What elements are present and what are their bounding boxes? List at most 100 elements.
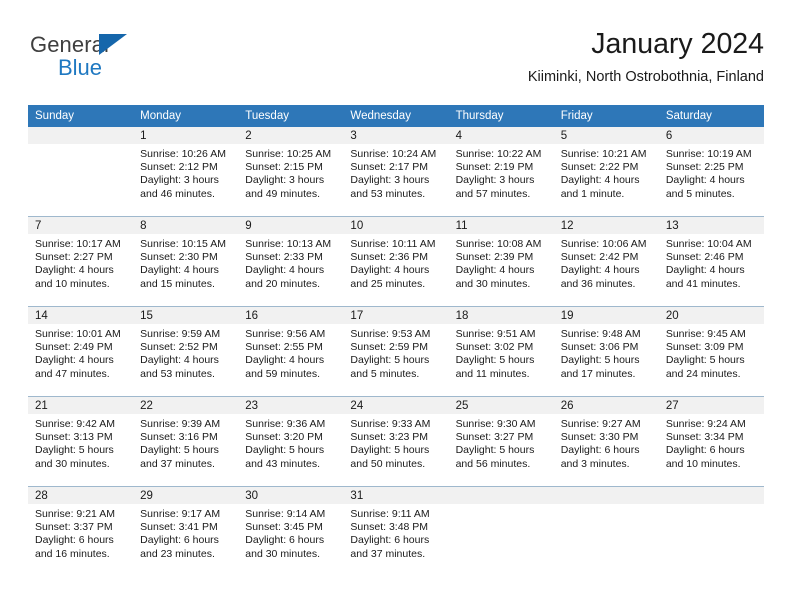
calendar-day-cell[interactable]: 20 Sunrise: 9:45 AM Sunset: 3:09 PM Dayligh… xyxy=(658,306,764,397)
calendar-day-cell[interactable]: 12 Sunrise: 10:06 AM Sunset: 2:42 PM Daylig… xyxy=(553,216,659,307)
day-cell-content: 22 Sunrise: 9:39 AM Sunset: 3:16 PM Dayligh… xyxy=(133,397,239,486)
day-info-sunrise: Sunrise: 9:33 AM xyxy=(350,418,431,430)
calendar-day-cell[interactable]: 10 Sunrise: 10:11 AM Sunset: 2:36 PM Daylig… xyxy=(343,216,449,307)
weekday-header-friday: Friday xyxy=(553,105,659,127)
calendar-day-cell[interactable]: 4 Sunrise: 10:22 AM Sunset: 2:19 PM Dayligh… xyxy=(448,127,554,217)
calendar-day-cell[interactable]: 25 Sunrise: 9:30 AM Sunset: 3:27 PM Dayligh… xyxy=(448,396,554,487)
weekday-header-monday: Monday xyxy=(133,105,239,127)
day-number: 29 xyxy=(133,487,239,504)
calendar-day-cell[interactable]: 6 Sunrise: 10:19 AM Sunset: 2:25 PM Dayligh… xyxy=(658,127,764,217)
day-number xyxy=(28,127,134,144)
calendar-day-cell[interactable]: 29 Sunrise: 9:17 AM Sunset: 3:41 PM Dayligh… xyxy=(133,486,239,576)
day-info-daylight-line1: Daylight: 4 hours xyxy=(140,354,219,367)
calendar-day-cell[interactable]: 16 Sunrise: 9:56 AM Sunset: 2:55 PM Dayligh… xyxy=(238,306,344,397)
day-cell-content: 15 Sunrise: 9:59 AM Sunset: 2:52 PM Dayligh… xyxy=(133,307,239,396)
calendar-day-cell[interactable]: 22 Sunrise: 9:39 AM Sunset: 3:16 PM Dayligh… xyxy=(133,396,239,487)
day-info-sunset: Sunset: 2:27 PM xyxy=(35,251,113,264)
day-info-daylight-line2: and 36 minutes. xyxy=(560,277,636,290)
calendar-day-cell[interactable]: 27 Sunrise: 9:24 AM Sunset: 3:34 PM Dayligh… xyxy=(658,396,764,487)
calendar-day-cell[interactable]: 18 Sunrise: 9:51 AM Sunset: 3:02 PM Dayligh… xyxy=(448,306,554,397)
calendar-day-cell[interactable]: 11 Sunrise: 10:08 AM Sunset: 2:39 PM Daylig… xyxy=(448,216,554,307)
day-info-daylight-line2: and 15 minutes. xyxy=(140,277,215,290)
calendar-week-row: 14 Sunrise: 10:01 AM Sunset: 2:49 PM Daylig… xyxy=(28,306,764,397)
day-sun-info: Sunrise: 10:11 AM Sunset: 2:36 PM Daylight… xyxy=(343,234,448,291)
day-sun-info: Sunrise: 9:51 AM Sunset: 3:02 PM Daylight:… xyxy=(449,324,554,381)
calendar-day-cell[interactable]: 14 Sunrise: 10:01 AM Sunset: 2:49 PM Daylig… xyxy=(28,306,134,397)
calendar-day-cell[interactable]: 1 Sunrise: 10:26 AM Sunset: 2:12 PM Dayligh… xyxy=(133,127,239,217)
day-number: 28 xyxy=(28,487,134,504)
day-sun-info: Sunrise: 9:53 AM Sunset: 2:59 PM Daylight:… xyxy=(343,324,448,381)
day-info-sunrise: Sunrise: 10:08 AM xyxy=(455,238,542,250)
day-info-sunrise: Sunrise: 10:13 AM xyxy=(245,238,332,250)
weekday-header-wednesday: Wednesday xyxy=(343,105,449,127)
calendar-day-cell[interactable]: 23 Sunrise: 9:36 AM Sunset: 3:20 PM Dayligh… xyxy=(238,396,344,487)
calendar-day-cell[interactable]: 30 Sunrise: 9:14 AM Sunset: 3:45 PM Dayligh… xyxy=(238,486,344,576)
day-info-sunset: Sunset: 2:12 PM xyxy=(140,161,218,174)
day-sun-info: Sunrise: 10:24 AM Sunset: 2:17 PM Daylight… xyxy=(343,144,448,201)
calendar-day-cell[interactable]: 21 Sunrise: 9:42 AM Sunset: 3:13 PM Dayligh… xyxy=(28,396,134,487)
calendar-day-cell[interactable]: 24 Sunrise: 9:33 AM Sunset: 3:23 PM Dayligh… xyxy=(343,396,449,487)
calendar-day-cell[interactable]: 2 Sunrise: 10:25 AM Sunset: 2:15 PM Dayligh… xyxy=(238,127,344,217)
day-cell-content: 14 Sunrise: 10:01 AM Sunset: 2:49 PM Daylig… xyxy=(28,307,134,396)
calendar-day-cell[interactable]: 5 Sunrise: 10:21 AM Sunset: 2:22 PM Dayligh… xyxy=(553,127,659,217)
day-number: 6 xyxy=(658,127,764,144)
day-sun-info: Sunrise: 9:45 AM Sunset: 3:09 PM Daylight:… xyxy=(659,324,764,381)
day-info-sunset: Sunset: 2:22 PM xyxy=(560,161,639,174)
day-sun-info: Sunrise: 10:26 AM Sunset: 2:12 PM Daylight… xyxy=(133,144,238,201)
calendar-week-row: 21 Sunrise: 9:42 AM Sunset: 3:13 PM Dayligh… xyxy=(28,396,764,487)
weekday-header-sunday: Sunday xyxy=(28,105,134,127)
day-info-sunrise: Sunrise: 10:11 AM xyxy=(350,238,436,250)
day-info-daylight-line2: and 50 minutes. xyxy=(350,457,426,470)
day-info-daylight-line1: Daylight: 3 hours xyxy=(455,174,535,187)
day-number: 15 xyxy=(133,307,239,324)
calendar-day-cell[interactable]: 28 Sunrise: 9:21 AM Sunset: 3:37 PM Dayligh… xyxy=(28,486,134,576)
day-info-sunset: Sunset: 2:42 PM xyxy=(560,251,639,264)
calendar-day-cell[interactable]: 17 Sunrise: 9:53 AM Sunset: 2:59 PM Dayligh… xyxy=(343,306,449,397)
day-info-sunset: Sunset: 2:15 PM xyxy=(245,161,323,174)
calendar-day-cell xyxy=(553,486,659,576)
calendar-day-cell[interactable]: 26 Sunrise: 9:27 AM Sunset: 3:30 PM Dayligh… xyxy=(553,396,659,487)
day-cell-content: 17 Sunrise: 9:53 AM Sunset: 2:59 PM Dayligh… xyxy=(343,307,449,396)
day-info-daylight-line1: Daylight: 4 hours xyxy=(560,264,640,277)
day-info-sunrise: Sunrise: 9:21 AM xyxy=(35,508,115,520)
day-info-sunrise: Sunrise: 10:25 AM xyxy=(245,148,332,160)
weekday-header-saturday: Saturday xyxy=(658,105,764,127)
day-info-sunset: Sunset: 2:46 PM xyxy=(665,251,744,264)
calendar-day-cell[interactable]: 9 Sunrise: 10:13 AM Sunset: 2:33 PM Dayligh… xyxy=(238,216,344,307)
day-sun-info: Sunrise: 9:17 AM Sunset: 3:41 PM Daylight:… xyxy=(133,504,238,561)
day-info-sunset: Sunset: 3:48 PM xyxy=(350,521,429,534)
day-info-daylight-line2: and 10 minutes. xyxy=(35,277,110,290)
day-info-daylight-line2: and 23 minutes. xyxy=(140,547,215,560)
day-info-daylight-line1: Daylight: 3 hours xyxy=(350,174,430,187)
day-info-daylight-line1: Daylight: 6 hours xyxy=(245,534,325,547)
calendar-day-cell[interactable]: 8 Sunrise: 10:15 AM Sunset: 2:30 PM Dayligh… xyxy=(133,216,239,307)
day-info-sunset: Sunset: 2:25 PM xyxy=(665,161,744,174)
page-title: January 2024 xyxy=(591,28,764,60)
day-info-daylight-line1: Daylight: 4 hours xyxy=(665,264,745,277)
day-info-sunset: Sunset: 2:59 PM xyxy=(350,341,429,354)
day-info-sunset: Sunset: 3:02 PM xyxy=(455,341,534,354)
calendar-day-cell[interactable]: 3 Sunrise: 10:24 AM Sunset: 2:17 PM Dayligh… xyxy=(343,127,449,217)
calendar-day-cell[interactable]: 15 Sunrise: 9:59 AM Sunset: 2:52 PM Dayligh… xyxy=(133,306,239,397)
day-info-sunset: Sunset: 2:39 PM xyxy=(455,251,534,264)
calendar-day-cell[interactable]: 13 Sunrise: 10:04 AM Sunset: 2:46 PM Daylig… xyxy=(658,216,764,307)
day-info-daylight-line1: Daylight: 4 hours xyxy=(35,354,114,367)
day-info-daylight-line2: and 1 minute. xyxy=(560,187,625,200)
day-info-daylight-line2: and 53 minutes. xyxy=(140,367,215,380)
day-info-sunrise: Sunrise: 9:45 AM xyxy=(665,328,746,340)
day-cell-content: 20 Sunrise: 9:45 AM Sunset: 3:09 PM Dayligh… xyxy=(658,307,764,396)
day-sun-info: Sunrise: 10:19 AM Sunset: 2:25 PM Daylight… xyxy=(659,144,764,201)
calendar-day-cell[interactable]: 19 Sunrise: 9:48 AM Sunset: 3:06 PM Dayligh… xyxy=(553,306,659,397)
day-info-sunrise: Sunrise: 10:06 AM xyxy=(560,238,647,250)
day-cell-content xyxy=(28,127,134,216)
day-sun-info: Sunrise: 10:06 AM Sunset: 2:42 PM Daylight… xyxy=(554,234,659,291)
day-info-daylight-line1: Daylight: 4 hours xyxy=(350,264,430,277)
day-info-daylight-line1: Daylight: 5 hours xyxy=(140,444,219,457)
day-info-sunrise: Sunrise: 9:30 AM xyxy=(455,418,536,430)
day-info-sunset: Sunset: 3:37 PM xyxy=(35,521,113,534)
day-info-daylight-line1: Daylight: 5 hours xyxy=(245,444,325,457)
calendar-body: 1 Sunrise: 10:26 AM Sunset: 2:12 PM Dayligh… xyxy=(28,127,764,576)
calendar-day-cell[interactable]: 31 Sunrise: 9:11 AM Sunset: 3:48 PM Dayligh… xyxy=(343,486,449,576)
calendar-day-cell[interactable]: 7 Sunrise: 10:17 AM Sunset: 2:27 PM Dayligh… xyxy=(28,216,134,307)
day-info-sunrise: Sunrise: 9:24 AM xyxy=(665,418,746,430)
